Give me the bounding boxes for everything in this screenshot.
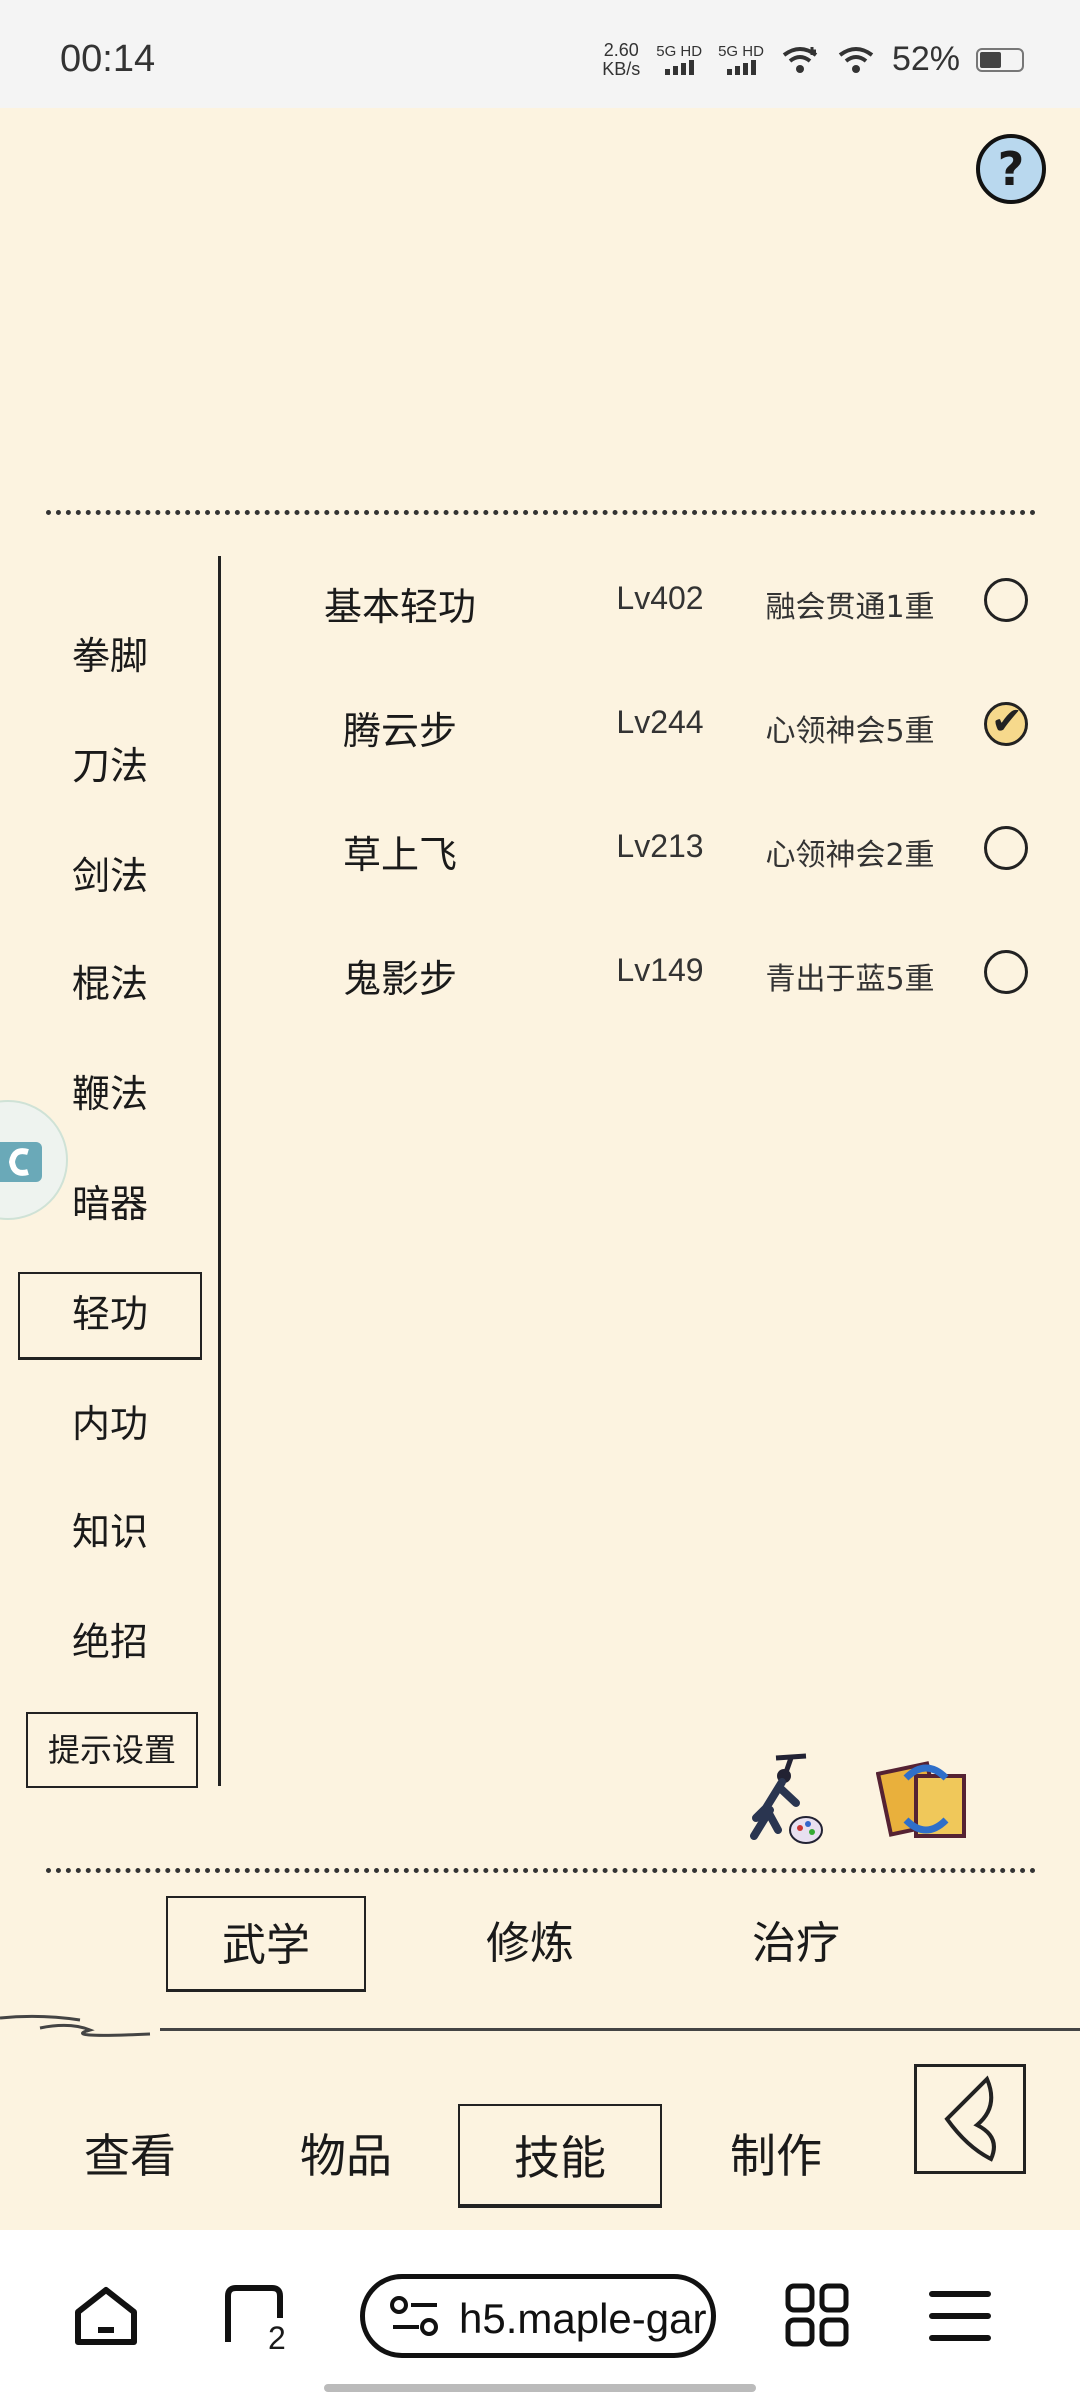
skill-row[interactable]: 腾云步 Lv244 心领神会5重	[260, 680, 1040, 770]
skill-name: 鬼影步	[342, 957, 457, 1001]
sim2-signal-icon: 5G HD	[718, 44, 764, 75]
hint-settings-button[interactable]: 提示设置	[26, 1712, 198, 1788]
network-speed-unit: KB/s	[602, 58, 641, 79]
skill-select-radio[interactable]	[984, 578, 1028, 622]
network-speed: 2.60 KB/s	[602, 39, 641, 79]
category-tab[interactable]: 剑法	[0, 828, 220, 924]
top-dotted-divider	[46, 510, 1036, 515]
browser-toolbar: 2 h5.maple-gar	[0, 2230, 1080, 2400]
back-button[interactable]	[914, 2064, 1026, 2174]
fighter-palette-icon[interactable]	[736, 1748, 836, 1848]
bottom-dotted-divider	[46, 1868, 1036, 1873]
category-tab-label: 知识	[71, 1510, 148, 1554]
category-tab[interactable]: 轻功	[0, 1266, 220, 1362]
sub-tab[interactable]: 武学	[166, 1896, 366, 1992]
sim1-signal-icon: 5G HD	[656, 44, 702, 75]
game-panel: ? 拳脚刀法剑法棍法鞭法暗器轻功内功知识绝招 提示设置 基本轻功 Lv402 融会贯…	[0, 108, 1080, 2230]
category-tab-label: 剑法	[71, 854, 148, 898]
url-bar[interactable]: h5.maple-gar	[360, 2274, 716, 2358]
url-text: h5.maple-gar	[459, 2295, 707, 2342]
battery-icon	[976, 47, 1024, 72]
category-tab[interactable]: 绝招	[0, 1594, 220, 1690]
wifi-icon	[838, 46, 874, 73]
sim2-label: 5G HD	[718, 43, 764, 60]
battery-percent: 52%	[891, 40, 960, 78]
main-tab[interactable]: 物品	[246, 2104, 446, 2208]
skill-state: 青出于蓝5重	[765, 962, 935, 997]
skill-row[interactable]: 基本轻功 Lv402 融会贯通1重	[260, 556, 1040, 646]
category-divider	[218, 556, 221, 1786]
category-tab-label: 棍法	[71, 962, 148, 1006]
skill-level: Lv402	[616, 580, 704, 616]
main-tab[interactable]: 制作	[676, 2104, 876, 2208]
skill-name: 腾云步	[342, 709, 457, 753]
main-tab[interactable]: 查看	[30, 2104, 230, 2208]
skill-level: Lv149	[616, 952, 704, 988]
skill-select-radio[interactable]	[984, 950, 1028, 994]
category-tab-label: 内功	[71, 1402, 148, 1446]
skill-row[interactable]: 鬼影步 Lv149 青出于蓝5重	[260, 928, 1040, 1018]
category-tab-label: 鞭法	[71, 1072, 148, 1116]
home-indicator[interactable]	[324, 2384, 756, 2392]
category-tab-label: 拳脚	[71, 634, 148, 678]
skill-row[interactable]: 草上飞 Lv213 心领神会2重	[260, 804, 1040, 894]
category-tab-label: 刀法	[71, 744, 148, 788]
status-indicators: 2.60 KB/s 5G HD 5G HD 52%	[602, 40, 1024, 79]
status-bar: 00:14 2.60 KB/s 5G HD 5G HD 52%	[0, 0, 1080, 108]
category-tab[interactable]: 拳脚	[0, 608, 220, 704]
skill-level: Lv213	[616, 828, 704, 864]
status-time: 00:14	[60, 38, 156, 80]
wifi-plus-icon	[782, 46, 818, 73]
grid-apps-icon[interactable]	[784, 2282, 850, 2348]
category-tab-label: 绝招	[71, 1620, 148, 1664]
skill-select-radio-checked[interactable]	[984, 699, 1028, 746]
category-tab[interactable]: 刀法	[0, 718, 220, 814]
skill-name: 基本轻功	[323, 585, 476, 629]
floating-assistant-button[interactable]	[0, 1100, 68, 1220]
skill-name: 草上飞	[342, 833, 457, 877]
skill-level: Lv244	[616, 704, 704, 740]
back-arrow-icon	[944, 2075, 996, 2162]
skill-state: 心领神会2重	[765, 838, 935, 873]
category-tab[interactable]: 知识	[0, 1484, 220, 1580]
tabs-button[interactable]: 2	[220, 2282, 290, 2356]
menu-icon[interactable]	[928, 2286, 992, 2346]
category-tab[interactable]: 内功	[0, 1376, 220, 1472]
sim1-label: 5G HD	[656, 43, 703, 60]
sub-tab[interactable]: 治疗	[696, 1896, 896, 1992]
skill-state: 心领神会5重	[765, 714, 935, 749]
category-tab[interactable]: 棍法	[0, 936, 220, 1032]
main-tab[interactable]: 技能	[458, 2104, 662, 2208]
main-nav-divider	[160, 2028, 1080, 2031]
network-speed-value: 2.60	[603, 39, 639, 60]
sub-tab[interactable]: 修炼	[430, 1896, 630, 1992]
tab-count: 2	[268, 2320, 286, 2356]
category-tab-label: 暗器	[71, 1182, 148, 1226]
help-button[interactable]: ?	[976, 134, 1046, 204]
skill-state: 融会贯通1重	[765, 590, 935, 625]
category-tab-label: 轻功	[71, 1292, 148, 1336]
site-settings-icon	[390, 2296, 438, 2336]
skill-select-radio[interactable]	[984, 826, 1028, 870]
assistant-app-icon	[0, 1142, 42, 1182]
manual-swap-icon[interactable]	[876, 1748, 976, 1848]
brush-stroke-icon	[0, 2014, 151, 2037]
home-icon[interactable]	[72, 2282, 140, 2350]
